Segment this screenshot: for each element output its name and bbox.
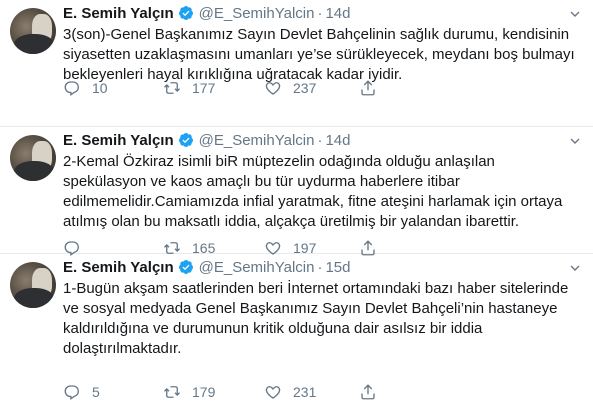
separator-dot: ·	[317, 132, 323, 149]
separator-dot: ·	[317, 259, 323, 276]
tweet-text-line: siyasetten uzaklaşmasını umanları ye’se …	[63, 46, 575, 63]
reply-button[interactable]: 10	[63, 78, 108, 98]
reply-button[interactable]: 5	[63, 382, 100, 402]
tweet-text-line: spekülasyon ve kaos amaçlı bu tür uydurm…	[63, 173, 460, 190]
tweet-text-line: 2-Kemal Özkiraz isimli biR müptezelin od…	[63, 153, 495, 170]
tweet-text: 1-Bugün akşam saatlerinden beri İnternet…	[63, 279, 583, 359]
chevron-down-icon[interactable]	[567, 260, 583, 276]
tweet-text-line: atılmış olan bu maksatlı iddia, alçakça …	[63, 213, 520, 230]
verified-badge-icon	[178, 133, 193, 147]
retweet-button[interactable]: 179	[163, 382, 215, 402]
tweet-text: 3(son)-Genel Başkanımız Sayın Devlet Bah…	[63, 25, 583, 85]
tweet-header: E. Semih Yalçın @E_SemihYalcin · 14d	[63, 131, 351, 151]
reply-icon	[64, 81, 79, 97]
heart-icon	[265, 386, 281, 399]
like-button[interactable]: 237	[264, 78, 316, 98]
share-icon	[361, 384, 375, 400]
retweet-count: 177	[192, 80, 216, 96]
tweet-actions: 5 179 231	[63, 382, 583, 402]
tweet[interactable]: E. Semih Yalçın @E_SemihYalcin · 14d 3(son)…	[0, 0, 593, 127]
like-count: 237	[293, 80, 317, 96]
verified-badge-icon	[178, 6, 193, 20]
chevron-down-icon[interactable]	[567, 6, 583, 22]
tweet-text-line: edilmemelidir.Camiamızda infial yaratmak…	[63, 193, 563, 210]
avatar[interactable]	[10, 8, 56, 54]
chevron-down-icon[interactable]	[567, 133, 583, 149]
tweet-text-line: dolaştırılmaktadır.	[63, 340, 182, 357]
share-icon	[361, 80, 375, 96]
verified-badge-icon	[178, 260, 193, 274]
author-name[interactable]: E. Semih Yalçın	[63, 132, 174, 149]
like-button[interactable]: 231	[264, 382, 316, 402]
tweet-header: E. Semih Yalçın @E_SemihYalcin · 14d	[63, 4, 351, 24]
reply-count: 10	[92, 80, 108, 96]
retweet-count: 179	[192, 384, 216, 400]
separator-dot: ·	[317, 5, 323, 22]
reply-count: 5	[92, 384, 100, 400]
like-count: 231	[293, 384, 317, 400]
tweet-text-line: 1-Bugün akşam saatlerinden beri İnternet…	[63, 280, 569, 297]
tweet-text-line: kaldırıldığına ve durumunun kritik olduğ…	[63, 320, 483, 337]
author-handle[interactable]: @E_SemihYalcin	[199, 259, 315, 276]
author-name[interactable]: E. Semih Yalçın	[63, 5, 174, 22]
tweet-text-line: 3(son)-Genel Başkanımız Sayın Devlet Bah…	[63, 26, 570, 43]
tweet-text-line: ve sosyal medyada Genel Başkanımız Sayın…	[63, 300, 558, 317]
tweet[interactable]: E. Semih Yalçın @E_SemihYalcin · 15d 1-Bugü…	[0, 254, 593, 413]
tweet-text: 2-Kemal Özkiraz isimli biR müptezelin od…	[63, 152, 583, 232]
tweet[interactable]: E. Semih Yalçın @E_SemihYalcin · 14d 2-Kema…	[0, 127, 593, 257]
avatar[interactable]	[10, 262, 56, 308]
author-handle[interactable]: @E_SemihYalcin	[199, 132, 315, 149]
share-button[interactable]	[359, 382, 377, 402]
tweet-time[interactable]: 14d	[325, 5, 350, 22]
author-handle[interactable]: @E_SemihYalcin	[199, 5, 315, 22]
reply-icon	[64, 385, 79, 401]
tweet-time[interactable]: 14d	[325, 132, 350, 149]
timeline: E. Semih Yalçın @E_SemihYalcin · 14d 3(son)…	[0, 0, 593, 413]
retweet-icon	[164, 82, 180, 94]
share-button[interactable]	[359, 78, 377, 98]
retweet-button[interactable]: 177	[163, 78, 215, 98]
heart-icon	[265, 82, 281, 95]
avatar[interactable]	[10, 135, 56, 181]
author-name[interactable]: E. Semih Yalçın	[63, 259, 174, 276]
retweet-icon	[164, 386, 180, 398]
tweet-header: E. Semih Yalçın @E_SemihYalcin · 15d	[63, 258, 351, 278]
tweet-actions: 10 177 237	[63, 78, 583, 98]
tweet-time[interactable]: 15d	[325, 259, 350, 276]
